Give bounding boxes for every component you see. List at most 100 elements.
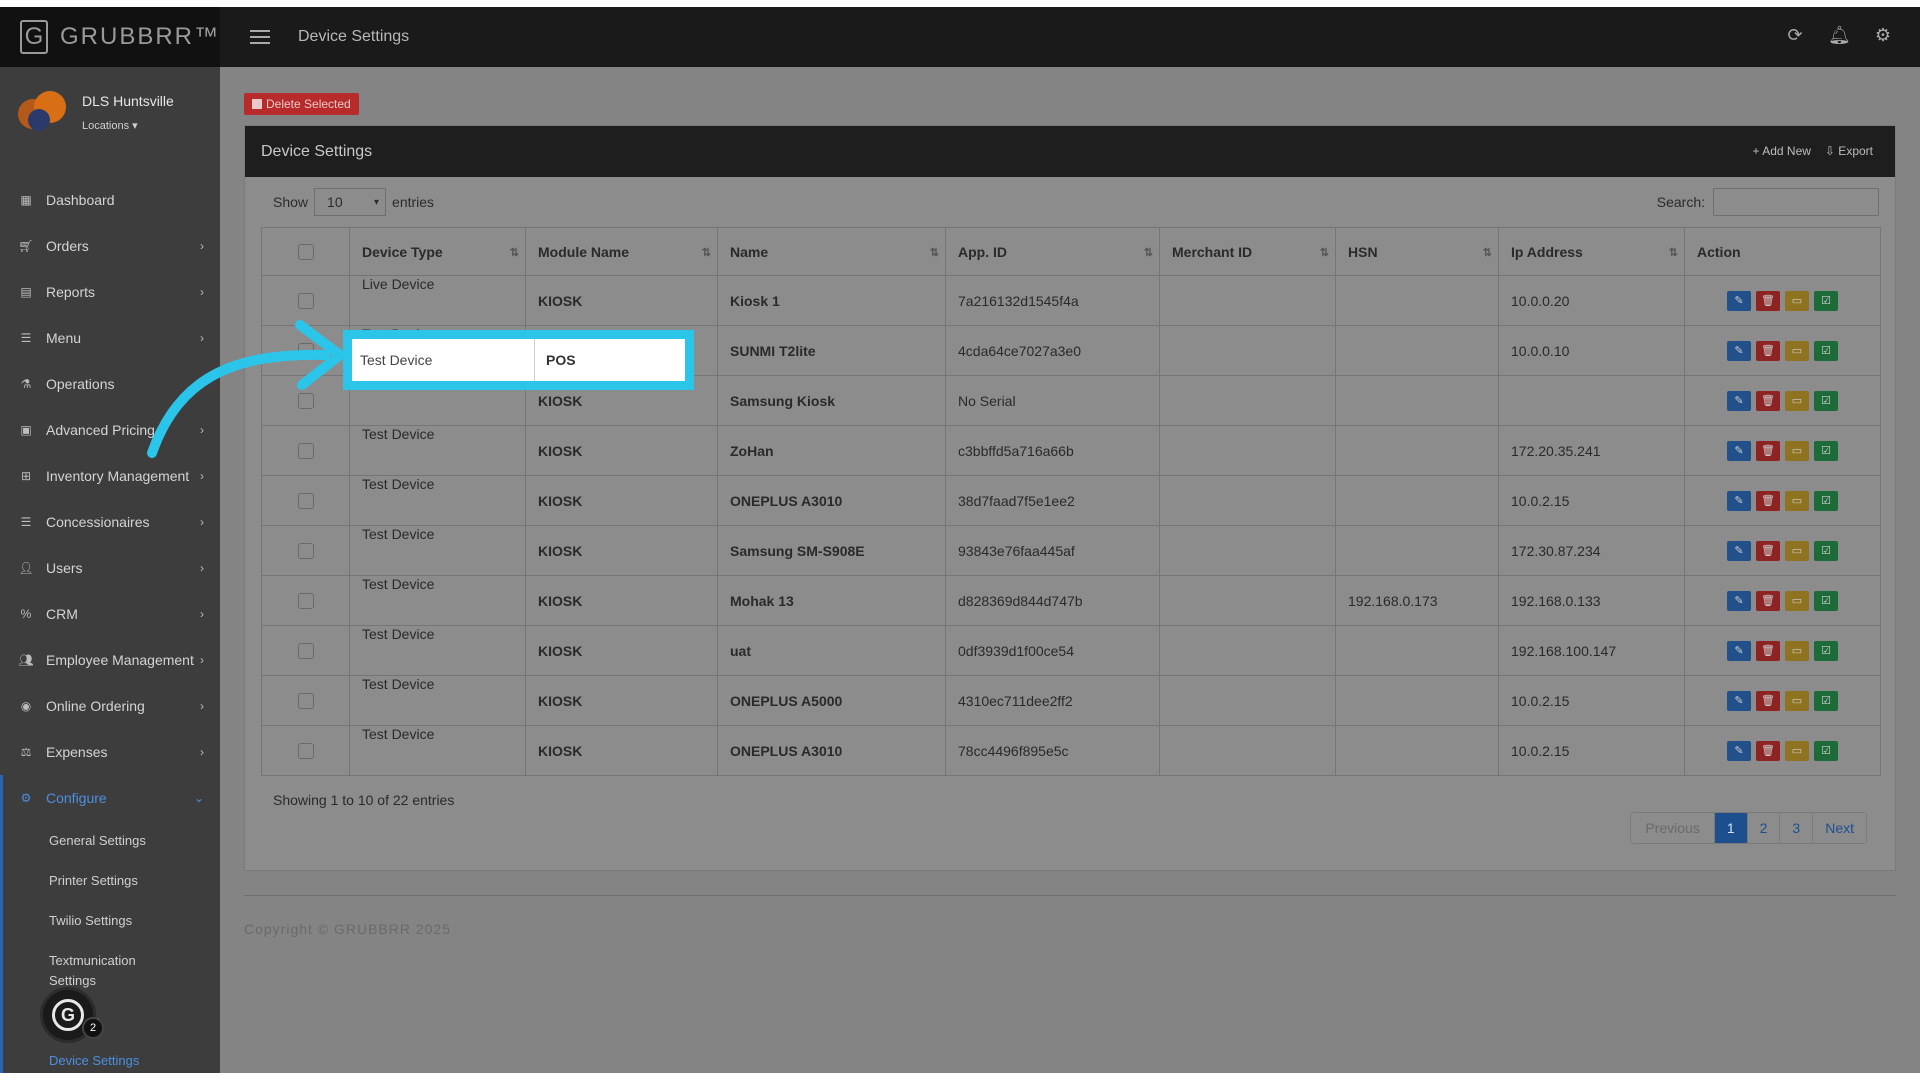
activate-button[interactable]: ☑: [1814, 390, 1838, 411]
col-name[interactable]: Name ⇅: [717, 227, 946, 276]
sidebar-item-crm[interactable]: % CRM ›: [0, 591, 220, 637]
row-checkbox[interactable]: [297, 692, 314, 709]
logo[interactable]: G GRUBBRR™: [0, 7, 220, 67]
cell-ip-address: 172.20.35.241: [1498, 425, 1685, 476]
subitem-twilio-settings[interactable]: Twilio Settings: [3, 901, 220, 941]
cell-hsn: [1335, 375, 1499, 426]
row-checkbox[interactable]: [297, 542, 314, 559]
edit-button[interactable]: ✎: [1727, 740, 1751, 761]
entries-select[interactable]: 10 ▾: [314, 188, 387, 216]
delete-button[interactable]: 🗑︎: [1756, 590, 1780, 611]
pagination-page-1[interactable]: 1: [1714, 813, 1748, 843]
locations-dropdown[interactable]: Locations ▾: [82, 119, 174, 132]
col-ip-address[interactable]: Ip Address ⇅: [1498, 227, 1685, 276]
subitem-theming[interactable]: Theming: [3, 1001, 220, 1041]
settings-button[interactable]: ▭: [1785, 440, 1809, 461]
flask-icon: ⚗: [20, 377, 32, 391]
page-title: Device Settings: [298, 28, 410, 45]
cell-actions: ✎ 🗑︎ ▭ ☑: [1684, 525, 1881, 576]
sidebar-item-expenses[interactable]: ⚖ Expenses ›: [0, 729, 220, 775]
edit-button[interactable]: ✎: [1727, 440, 1751, 461]
sidebar-item-configure[interactable]: ⚙ Configure ⌄: [0, 775, 220, 821]
settings-button[interactable]: ▭: [1785, 740, 1809, 761]
pagination-next[interactable]: Next: [1813, 813, 1866, 843]
col-hsn[interactable]: HSN ⇅: [1335, 227, 1499, 276]
edit-button[interactable]: ✎: [1727, 290, 1751, 311]
delete-button[interactable]: 🗑︎: [1756, 540, 1780, 561]
chevron-right-icon: ›: [200, 699, 204, 713]
settings-button[interactable]: ▭: [1785, 590, 1809, 611]
cell-merchant-id: [1159, 525, 1336, 576]
delete-button[interactable]: 🗑︎: [1756, 440, 1780, 461]
delete-button[interactable]: 🗑︎: [1756, 290, 1780, 311]
settings-button[interactable]: ▭: [1785, 340, 1809, 361]
export-button[interactable]: ⇩ Export: [1825, 144, 1873, 158]
delete-button[interactable]: 🗑︎: [1756, 640, 1780, 661]
edit-button[interactable]: ✎: [1727, 490, 1751, 511]
settings-button[interactable]: ▭: [1785, 540, 1809, 561]
sidebar-item-employee-management[interactable]: 👥︎ Employee Management ›: [0, 637, 220, 683]
settings-button[interactable]: ▭: [1785, 390, 1809, 411]
sidebar-item-dashboard[interactable]: ▦ Dashboard: [0, 177, 220, 223]
cell-name: ONEPLUS A3010: [717, 475, 946, 526]
activate-button[interactable]: ☑: [1814, 290, 1838, 311]
activate-button[interactable]: ☑: [1814, 540, 1838, 561]
row-checkbox[interactable]: [297, 492, 314, 509]
edit-button[interactable]: ✎: [1727, 340, 1751, 361]
delete-selected-button[interactable]: Delete Selected: [244, 93, 359, 115]
col-module-name[interactable]: Module Name ⇅: [525, 227, 718, 276]
sidebar-item-online-ordering[interactable]: ◉ Online Ordering ›: [0, 683, 220, 729]
activate-button[interactable]: ☑: [1814, 590, 1838, 611]
activate-button[interactable]: ☑: [1814, 740, 1838, 761]
cell-name: uat: [717, 625, 946, 676]
delete-button[interactable]: 🗑︎: [1756, 340, 1780, 361]
hamburger-icon[interactable]: [250, 26, 270, 48]
edit-button[interactable]: ✎: [1727, 590, 1751, 611]
pagination-previous[interactable]: Previous: [1631, 813, 1715, 843]
sidebar-item-concessionaires[interactable]: ☰ Concessionaires ›: [0, 499, 220, 545]
edit-button[interactable]: ✎: [1727, 690, 1751, 711]
edit-button[interactable]: ✎: [1727, 640, 1751, 661]
delete-button[interactable]: 🗑︎: [1756, 390, 1780, 411]
sidebar-item-reports[interactable]: ▤ Reports ›: [0, 269, 220, 315]
select-all-checkbox[interactable]: [297, 243, 314, 260]
activate-button[interactable]: ☑: [1814, 340, 1838, 361]
sidebar-item-orders[interactable]: 🛒︎ Orders ›: [0, 223, 220, 269]
activate-button[interactable]: ☑: [1814, 490, 1838, 511]
subitem-device-settings[interactable]: Device Settings: [3, 1041, 220, 1073]
pointer-arrow-icon: [147, 320, 345, 458]
row-checkbox[interactable]: [297, 742, 314, 759]
row-checkbox[interactable]: [297, 292, 314, 309]
col-device-type[interactable]: Device Type ⇅: [349, 227, 526, 276]
delete-button[interactable]: 🗑︎: [1756, 690, 1780, 711]
delete-button[interactable]: 🗑︎: [1756, 490, 1780, 511]
activate-button[interactable]: ☑: [1814, 640, 1838, 661]
refresh-icon[interactable]: ⟳: [1784, 25, 1806, 46]
row-select-cell: [261, 675, 350, 726]
row-checkbox[interactable]: [297, 642, 314, 659]
settings-button[interactable]: ▭: [1785, 640, 1809, 661]
col-merchant-id[interactable]: Merchant ID ⇅: [1159, 227, 1336, 276]
row-checkbox[interactable]: [297, 592, 314, 609]
highlight-module: POS: [546, 352, 576, 368]
search-input[interactable]: [1713, 188, 1879, 216]
delete-button[interactable]: 🗑︎: [1756, 740, 1780, 761]
subitem-printer-settings[interactable]: Printer Settings: [3, 861, 220, 901]
gear-icon[interactable]: ⚙: [1872, 25, 1894, 46]
edit-button[interactable]: ✎: [1727, 390, 1751, 411]
pagination-page-3[interactable]: 3: [1780, 813, 1814, 843]
settings-button[interactable]: ▭: [1785, 290, 1809, 311]
bell-icon[interactable]: 🔔︎: [1828, 25, 1851, 46]
add-new-button[interactable]: + Add New: [1753, 144, 1811, 158]
col-app-id[interactable]: App. ID ⇅: [945, 227, 1160, 276]
table-row: Test Device KIOSK Mohak 13 d828369d844d747b…: [261, 575, 1881, 626]
settings-button[interactable]: ▭: [1785, 490, 1809, 511]
subitem-general-settings[interactable]: General Settings: [3, 821, 220, 861]
edit-button[interactable]: ✎: [1727, 540, 1751, 561]
pagination-page-2[interactable]: 2: [1748, 813, 1781, 843]
settings-button[interactable]: ▭: [1785, 690, 1809, 711]
list-icon: ☰: [20, 331, 32, 345]
activate-button[interactable]: ☑: [1814, 690, 1838, 711]
sidebar-item-users[interactable]: 👤︎ Users ›: [0, 545, 220, 591]
activate-button[interactable]: ☑: [1814, 440, 1838, 461]
